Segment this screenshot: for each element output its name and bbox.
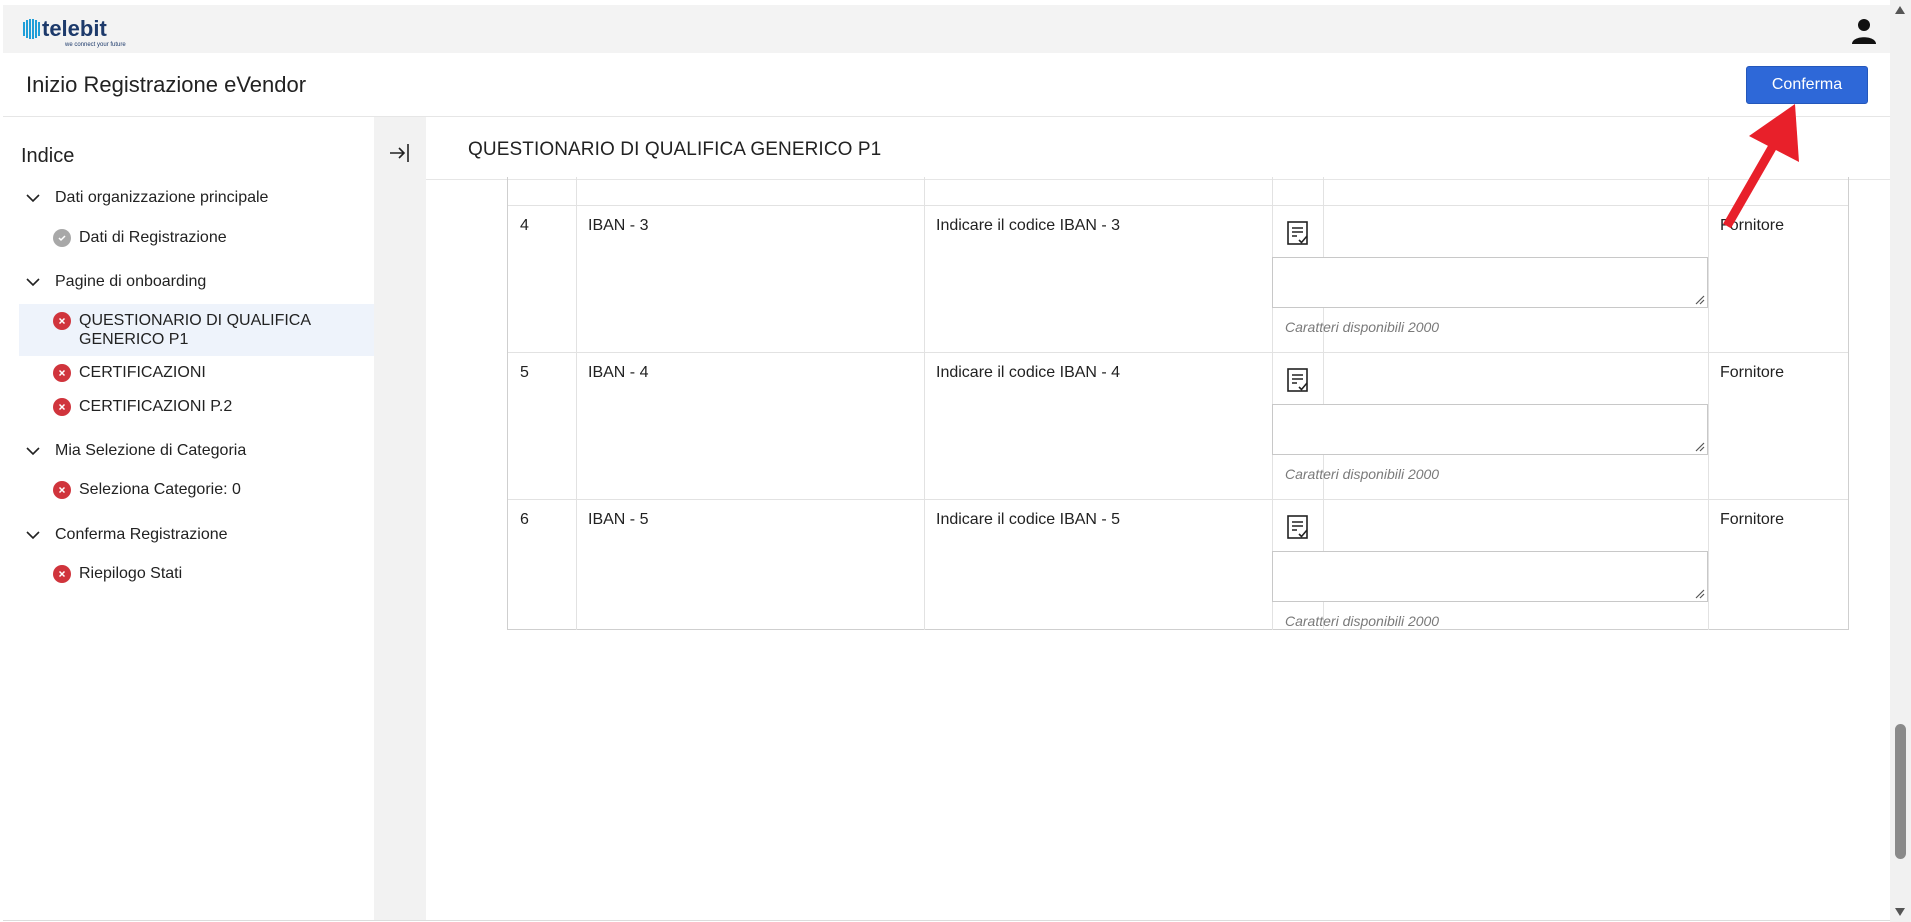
sidebar-item-label: CERTIFICAZIONI (79, 364, 206, 381)
question-name: IBAN - 3 (588, 217, 649, 234)
sidebar-item-label: Riepilogo Stati (79, 565, 183, 582)
bottom-border (3, 920, 1890, 921)
user-icon[interactable] (1850, 17, 1878, 45)
row-number: 4 (520, 217, 529, 234)
app-window: telebit we connect your future Inizio Re… (0, 0, 1911, 922)
document-check-icon[interactable] (1284, 366, 1312, 394)
sidebar-item-dati-registrazione[interactable]: Dati di Registrazione (19, 228, 375, 247)
error-icon (53, 312, 71, 330)
answer-textarea[interactable] (1272, 551, 1708, 602)
sidebar-item-certificazioni-p2[interactable]: CERTIFICAZIONI P.2 (19, 397, 375, 416)
error-icon (53, 398, 71, 416)
section-dati-organizzazione[interactable]: Dati organizzazione principale (25, 189, 268, 207)
sidebar-item-label: Seleziona Categorie: 0 (79, 481, 241, 498)
svg-text:we connect your future: we connect your future (64, 42, 126, 48)
error-icon (53, 364, 71, 382)
questionnaire-title: QUESTIONARIO DI QUALIFICA GENERICO P1 (468, 139, 882, 160)
question-text: Indicare il codice IBAN - 3 (936, 217, 1121, 234)
svg-text:telebit: telebit (42, 16, 107, 41)
row-divider (508, 352, 1848, 353)
page-header: Inizio Registrazione eVendor Conferma (3, 53, 1890, 117)
questionnaire-table: 4 IBAN - 3 Indicare il codice IBAN - 3 C… (507, 177, 1849, 630)
sidebar-item-label: QUESTIONARIO DI QUALIFICA GENERICO P1 (79, 312, 312, 348)
chevron-down-icon (26, 194, 40, 203)
chars-available-note: Caratteri disponibili 2000 (1285, 319, 1440, 335)
resize-handle-icon[interactable] (1695, 589, 1705, 599)
scroll-down-icon[interactable] (1895, 908, 1905, 916)
scroll-up-icon[interactable] (1895, 6, 1905, 14)
section-label: Mia Selezione di Categoria (55, 442, 247, 459)
sidebar-collapse-column (374, 117, 426, 920)
section-label: Dati organizzazione principale (55, 189, 269, 206)
sidebar-item-label: CERTIFICAZIONI P.2 (79, 398, 233, 415)
owner-label: Fornitore (1720, 217, 1785, 234)
resize-handle-icon[interactable] (1695, 295, 1705, 305)
sidebar-item-certificazioni[interactable]: CERTIFICAZIONI (19, 363, 375, 382)
chars-available-note: Caratteri disponibili 2000 (1285, 613, 1440, 629)
error-icon (53, 565, 71, 583)
owner-label: Fornitore (1720, 511, 1785, 528)
error-icon (53, 481, 71, 499)
column-divider (576, 177, 577, 630)
document-check-icon[interactable] (1284, 219, 1312, 247)
top-bar: telebit we connect your future (3, 5, 1890, 53)
answer-textarea[interactable] (1272, 404, 1708, 455)
collapse-sidebar-icon[interactable] (386, 139, 414, 167)
owner-label: Fornitore (1720, 364, 1785, 381)
question-name: IBAN - 5 (588, 511, 649, 528)
check-icon (53, 229, 71, 247)
sidebar-item-label: Dati di Registrazione (79, 229, 227, 246)
section-pagine-onboarding[interactable]: Pagine di onboarding (25, 273, 206, 291)
row-divider (508, 205, 1848, 206)
scrollbar-thumb[interactable] (1895, 724, 1906, 859)
sidebar-item-seleziona-categorie[interactable]: Seleziona Categorie: 0 (19, 480, 375, 499)
index-title: Indice (21, 145, 75, 167)
confirm-button[interactable]: Conferma (1746, 66, 1868, 104)
section-selezione-categoria[interactable]: Mia Selezione di Categoria (25, 442, 246, 460)
telebit-logo[interactable]: telebit we connect your future (23, 16, 141, 50)
section-label: Conferma Registrazione (55, 526, 228, 543)
main-content: QUESTIONARIO DI QUALIFICA GENERICO P1 4 … (426, 117, 1890, 920)
row-number: 5 (520, 364, 529, 381)
row-number: 6 (520, 511, 529, 528)
chevron-down-icon (26, 447, 40, 456)
section-label: Pagine di onboarding (55, 273, 207, 290)
question-text: Indicare il codice IBAN - 4 (936, 364, 1121, 381)
row-divider (508, 499, 1848, 500)
column-divider (924, 177, 925, 630)
sidebar-item-riepilogo-stati[interactable]: Riepilogo Stati (19, 564, 375, 583)
page-title: Inizio Registrazione eVendor (26, 72, 307, 97)
column-divider (1708, 177, 1709, 630)
index-sidebar: Indice Dati organizzazione principale Da… (3, 117, 375, 920)
chars-available-note: Caratteri disponibili 2000 (1285, 466, 1440, 482)
page-scrollbar[interactable] (1890, 0, 1911, 922)
sidebar-item-questionario[interactable]: QUESTIONARIO DI QUALIFICA GENERICO P1 (19, 304, 375, 356)
question-name: IBAN - 4 (588, 364, 649, 381)
resize-handle-icon[interactable] (1695, 442, 1705, 452)
answer-textarea[interactable] (1272, 257, 1708, 308)
chevron-down-icon (26, 278, 40, 287)
section-conferma-registrazione[interactable]: Conferma Registrazione (25, 526, 228, 544)
question-text: Indicare il codice IBAN - 5 (936, 511, 1121, 528)
chevron-down-icon (26, 531, 40, 540)
document-check-icon[interactable] (1284, 513, 1312, 541)
